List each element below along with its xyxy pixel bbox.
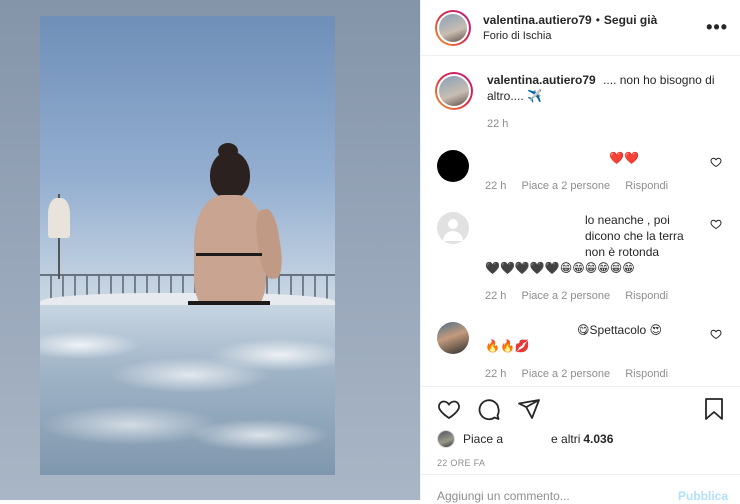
post-actions: Piace a e altri 4.036 22 ORE FA xyxy=(421,386,740,468)
comment-time[interactable]: 22 h xyxy=(485,368,506,380)
like-comment-heart-icon[interactable] xyxy=(710,328,722,340)
bubbling-water xyxy=(40,305,335,475)
media-panel xyxy=(0,0,420,500)
umbrella-shape xyxy=(48,184,70,279)
comment-text: ❤️❤️ xyxy=(609,151,639,165)
comment-emoji: 🔥🔥💋 xyxy=(485,339,530,353)
instagram-post: valentina.autiero79 • Segui già Forio di… xyxy=(0,0,740,503)
post-sidebar: valentina.autiero79 • Segui già Forio di… xyxy=(420,0,740,503)
following-button[interactable]: Segui già xyxy=(604,13,657,27)
bikini-strap xyxy=(196,253,262,256)
profile-avatar[interactable] xyxy=(435,9,471,46)
comment-body: lo neanche , poi dicono che la terra non… xyxy=(485,212,724,304)
location-link[interactable]: Forio di Ischia xyxy=(483,30,706,42)
comment-meta: 22 h Piace a 2 persone Rispondi xyxy=(485,366,702,382)
comment-likes[interactable]: Piace a 2 persone xyxy=(521,290,610,302)
comment-item: lo neanche , poi dicono che la terra non… xyxy=(435,212,724,304)
likes-count[interactable]: 4.036 xyxy=(583,432,613,446)
commenter-avatar[interactable] xyxy=(437,322,469,354)
like-comment-heart-icon[interactable] xyxy=(710,218,722,230)
commenter-avatar[interactable] xyxy=(437,212,469,244)
comment-likes[interactable]: Piace a 2 persone xyxy=(521,180,610,192)
like-heart-icon[interactable] xyxy=(437,397,461,421)
caption-username[interactable]: valentina.autiero79 xyxy=(487,73,596,87)
header-info: valentina.autiero79 • Segui già Forio di… xyxy=(483,13,706,42)
comment-text: lo neanche , poi dicono che la terra non… xyxy=(585,213,684,259)
reply-button[interactable]: Rispondi xyxy=(625,290,668,302)
comment-meta: 22 h Piace a 2 persone Rispondi xyxy=(485,178,702,194)
likes-prefix: Piace a xyxy=(463,432,504,446)
comment-likes[interactable]: Piace a 2 persone xyxy=(521,368,610,380)
post-photo[interactable] xyxy=(40,16,335,475)
like-comment-heart-icon[interactable] xyxy=(710,156,722,168)
caption: valentina.autiero79 .... non ho bisogno … xyxy=(435,72,724,132)
reply-button[interactable]: Rispondi xyxy=(625,368,668,380)
comment-meta: 22 h Piace a 2 persone Rispondi xyxy=(485,288,702,304)
comment-input[interactable] xyxy=(437,488,678,503)
caption-body: valentina.autiero79 .... non ho bisogno … xyxy=(487,72,724,132)
comment-text: 😋Spettacolo 😍 xyxy=(577,323,663,337)
caption-time[interactable]: 22 h xyxy=(487,118,508,130)
caption-avatar[interactable] xyxy=(435,72,473,110)
likes-suffix[interactable]: e altri xyxy=(551,432,580,446)
bookmark-save-icon[interactable] xyxy=(702,397,726,421)
comment-item: 😋Spettacolo 😍 🔥🔥💋 22 h Piace a 2 persone… xyxy=(435,322,724,382)
header-row: valentina.autiero79 • Segui già xyxy=(483,13,706,27)
share-send-icon[interactable] xyxy=(517,397,541,421)
separator-dot: • xyxy=(595,13,600,27)
comment-bubble-icon[interactable] xyxy=(477,397,501,421)
avatar-image xyxy=(437,74,471,108)
liker-avatar[interactable] xyxy=(437,430,455,448)
comment-body: 😋Spettacolo 😍 🔥🔥💋 22 h Piace a 2 persone… xyxy=(485,322,724,382)
username-link[interactable]: valentina.autiero79 xyxy=(483,13,592,27)
caption-meta: 22 h xyxy=(487,116,724,132)
reply-button[interactable]: Rispondi xyxy=(625,180,668,192)
head xyxy=(210,151,250,199)
comment-body: ❤️❤️ 22 h Piace a 2 persone Rispondi xyxy=(485,150,724,194)
comment-time[interactable]: 22 h xyxy=(485,290,506,302)
commenter-avatar[interactable] xyxy=(437,150,469,182)
more-horizontal-icon[interactable]: ••• xyxy=(706,17,728,38)
publish-button[interactable]: Pubblica xyxy=(678,489,728,503)
likes-row: Piace a e altri 4.036 xyxy=(437,430,726,448)
comment-time[interactable]: 22 h xyxy=(485,180,506,192)
comment-emoji: 🖤🖤🖤🖤🖤😁😁😁😁😁😁 xyxy=(485,261,635,275)
post-timestamp[interactable]: 22 ORE FA xyxy=(437,458,726,468)
action-icons xyxy=(437,397,726,421)
comments-section: valentina.autiero79 .... non ho bisogno … xyxy=(421,56,740,384)
avatar-image xyxy=(437,11,469,44)
comment-item: ❤️❤️ 22 h Piace a 2 persone Rispondi xyxy=(435,150,724,194)
post-header: valentina.autiero79 • Segui già Forio di… xyxy=(421,0,740,56)
